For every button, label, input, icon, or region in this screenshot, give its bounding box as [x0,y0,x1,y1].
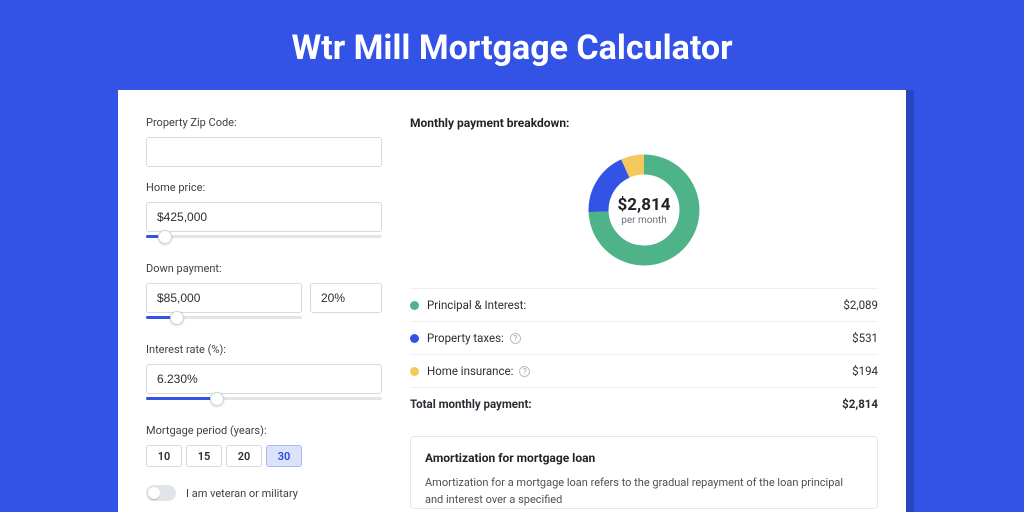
zip-label: Property Zip Code: [146,116,382,129]
legend-total-row: Total monthly payment: $2,814 [410,388,878,420]
interest-input[interactable] [146,364,382,394]
legend-dot [410,367,419,376]
amortization-title: Amortization for mortgage loan [425,451,863,465]
donut-amount: $2,814 [618,195,671,215]
legend-row: Principal & Interest: $2,089 [410,289,878,322]
period-option-20[interactable]: 20 [226,445,262,467]
period-option-15[interactable]: 15 [186,445,222,467]
zip-group: Property Zip Code: [146,116,382,167]
veteran-label: I am veteran or military [186,487,298,500]
legend-label: Principal & Interest: [427,298,526,312]
period-label: Mortgage period (years): [146,424,382,437]
down-payment-amount-input[interactable] [146,283,302,313]
period-option-30[interactable]: 30 [266,445,302,467]
payment-donut-chart: $2,814 per month [584,150,704,270]
zip-input[interactable] [146,137,382,167]
home-price-group: Home price: [146,181,382,248]
breakdown-title: Monthly payment breakdown: [410,116,878,130]
legend-value: $2,089 [843,298,878,312]
results-column: Monthly payment breakdown: $2,814 per mo… [410,116,878,509]
legend-row: Home insurance:? $194 [410,355,878,388]
period-option-10[interactable]: 10 [146,445,182,467]
down-payment-label: Down payment: [146,262,382,275]
home-price-label: Home price: [146,181,382,194]
legend-total-value: $2,814 [842,397,878,411]
legend-dot [410,301,419,310]
legend-label: Property taxes: [427,331,504,345]
inputs-column: Property Zip Code: Home price: Down paym… [146,116,382,509]
veteran-toggle[interactable] [146,485,176,501]
amortization-box: Amortization for mortgage loan Amortizat… [410,436,878,509]
interest-slider[interactable] [146,397,382,410]
legend-total-label: Total monthly payment: [410,397,532,411]
legend-dot [410,334,419,343]
interest-label: Interest rate (%): [146,343,382,356]
down-payment-group: Down payment: [146,262,382,329]
down-payment-percent-input[interactable] [310,283,382,313]
period-group: Mortgage period (years): 10152030 [146,424,382,467]
down-payment-slider[interactable] [146,316,302,329]
info-icon[interactable]: ? [519,366,530,377]
donut-sub: per month [621,215,667,226]
legend-label: Home insurance: [427,364,513,378]
home-price-input[interactable] [146,202,382,232]
legend-row: Property taxes:? $531 [410,322,878,355]
legend-value: $194 [852,364,878,378]
calculator-card: Property Zip Code: Home price: Down paym… [118,90,906,512]
amortization-text: Amortization for a mortgage loan refers … [425,475,863,508]
legend: Principal & Interest: $2,089 Property taxe… [410,288,878,420]
veteran-row: I am veteran or military [146,485,382,501]
page-title: Wtr Mill Mortgage Calculator [0,0,1024,90]
home-price-slider[interactable] [146,235,382,248]
interest-group: Interest rate (%): [146,343,382,410]
info-icon[interactable]: ? [510,333,521,344]
legend-value: $531 [852,331,878,345]
